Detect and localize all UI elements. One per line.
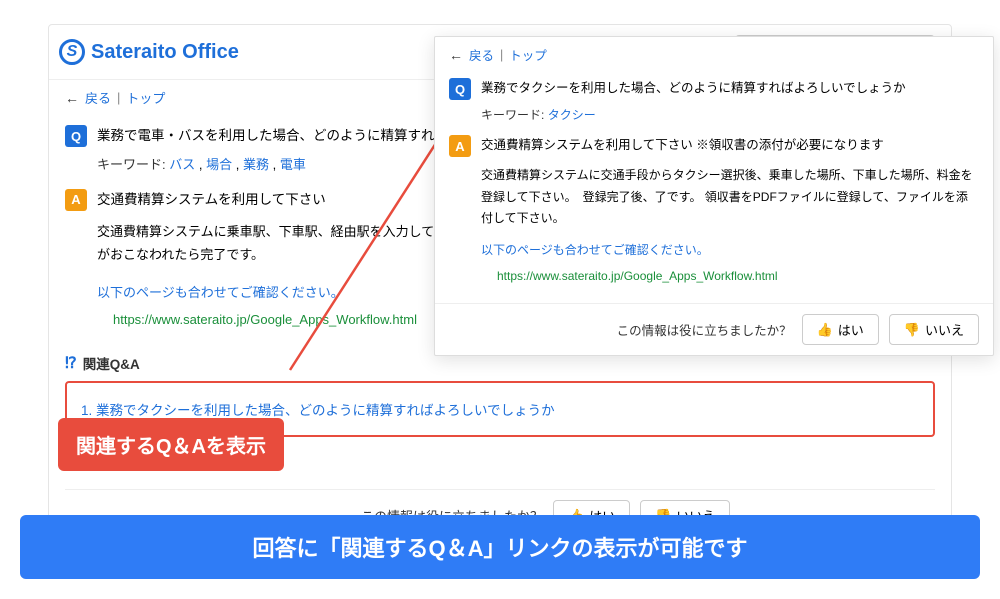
keyword-label: キーワード: bbox=[97, 157, 166, 172]
keyword-label: キーワード: bbox=[481, 108, 544, 122]
keyword-link[interactable]: タクシー bbox=[548, 108, 596, 122]
related-qa-icon: ⁉ bbox=[65, 353, 77, 373]
logo-icon: S bbox=[59, 39, 85, 65]
popup-question-row: Q 業務でタクシーを利用した場合、どのように精算すればよろしいでしょうか bbox=[449, 78, 979, 100]
logo: S Sateraito Office bbox=[59, 39, 239, 65]
nav-sep: | bbox=[117, 90, 120, 105]
feedback-yes-label: はい bbox=[838, 320, 864, 339]
related-qa-title: 関連Q&A bbox=[83, 353, 140, 373]
back-arrow-icon[interactable]: ← bbox=[449, 47, 463, 63]
back-arrow-icon[interactable]: ← bbox=[65, 90, 79, 106]
feedback-no-button[interactable]: 👎 いいえ bbox=[889, 314, 979, 345]
answer-title: 交通費精算システムを利用して下さい bbox=[97, 189, 326, 212]
popup-feedback-row: この情報は役に立ちましたか？ 👍 はい 👎 いいえ bbox=[435, 303, 993, 355]
popup-url[interactable]: https://www.sateraito.jp/Google_Apps_Wor… bbox=[497, 269, 979, 283]
popup-answer-row: A 交通費精算システムを利用して下さい ※領収書の添付が必要になります bbox=[449, 135, 979, 157]
question-text: 業務で電車・バスを利用した場合、どのように精算すればよろし bbox=[97, 125, 489, 148]
keyword-link[interactable]: 電車 bbox=[280, 157, 306, 172]
keyword-link[interactable]: バス bbox=[169, 157, 195, 172]
thumb-down-icon: 👎 bbox=[904, 322, 920, 338]
popup-question-text: 業務でタクシーを利用した場合、どのように精算すればよろしいでしょうか bbox=[481, 78, 906, 99]
nav-sep: | bbox=[500, 48, 503, 62]
popup-link-intro: 以下のページも合わせてご確認ください。 bbox=[481, 240, 979, 262]
feedback-label: この情報は役に立ちましたか？ bbox=[617, 320, 792, 339]
keyword-link[interactable]: 場合 bbox=[206, 157, 232, 172]
q-badge: Q bbox=[449, 78, 471, 100]
a-badge: A bbox=[449, 135, 471, 157]
popup-keyword-row: キーワード: タクシー bbox=[481, 106, 979, 123]
popup-answer-body: 交通費精算システムに交通手段からタクシー選択後、乗車した場所、下車した場所、料金… bbox=[481, 165, 979, 230]
bottom-banner: 回答に「関連するQ＆A」リンクの表示が可能です bbox=[20, 515, 980, 579]
logo-text: Sateraito Office bbox=[91, 41, 239, 64]
a-badge: A bbox=[65, 189, 87, 211]
feedback-yes-button[interactable]: 👍 はい bbox=[802, 314, 879, 345]
popup-answer-title: 交通費精算システムを利用して下さい ※領収書の添付が必要になります bbox=[481, 135, 884, 156]
feedback-no-label: いいえ bbox=[925, 320, 964, 339]
keyword-link[interactable]: 業務 bbox=[243, 157, 269, 172]
popup-body: Q 業務でタクシーを利用した場合、どのように精算すればよろしいでしょうか キーワ… bbox=[435, 78, 993, 303]
nav-back[interactable]: 戻る bbox=[85, 88, 111, 107]
callout-badge: 関連するQ＆Aを表示 bbox=[58, 418, 284, 471]
nav-top[interactable]: トップ bbox=[509, 45, 547, 64]
q-badge: Q bbox=[65, 125, 87, 147]
popup-breadcrumb: ← 戻る | トップ bbox=[435, 37, 993, 72]
nav-top[interactable]: トップ bbox=[126, 88, 165, 107]
popup-card: ← 戻る | トップ Q 業務でタクシーを利用した場合、どのように精算すればよろ… bbox=[434, 36, 994, 356]
thumb-up-icon: 👍 bbox=[817, 322, 833, 338]
related-qa-item[interactable]: 1. 業務でタクシーを利用した場合、どのように精算すればよろしいでしょうか bbox=[81, 403, 555, 418]
nav-back[interactable]: 戻る bbox=[469, 45, 494, 64]
